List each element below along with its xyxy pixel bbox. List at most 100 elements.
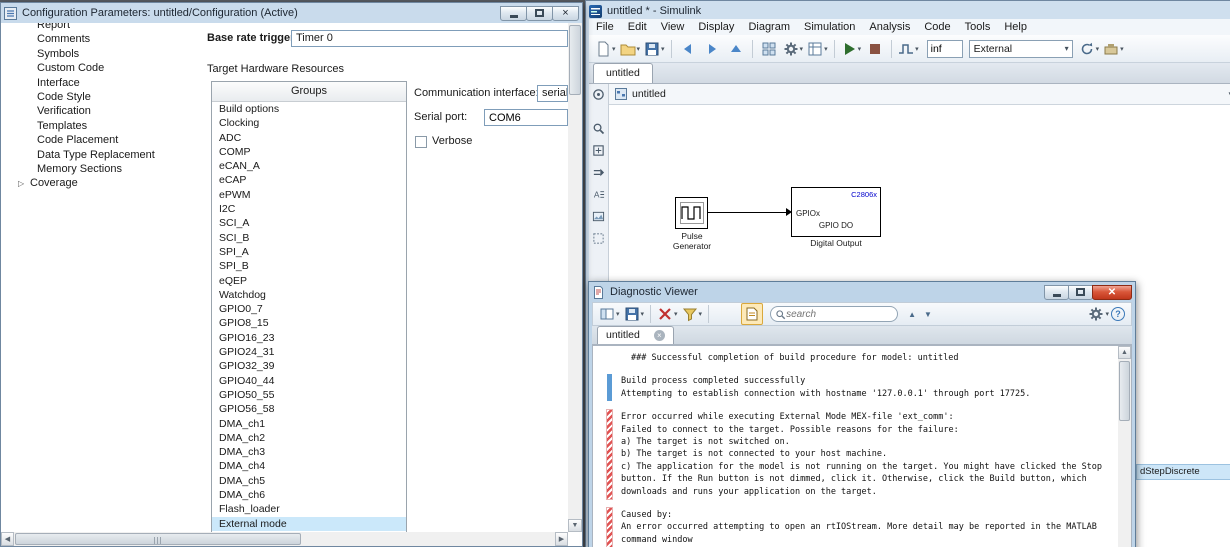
config-tree-item[interactable]: Verification (1, 104, 197, 118)
group-item[interactable]: External mode (212, 516, 406, 531)
diagnostic-messages-area[interactable]: ### Successful completion of build proce… (592, 345, 1132, 547)
library-browser-button[interactable] (758, 38, 780, 60)
config-horizontal-scrollbar[interactable]: ◀ ▶ (1, 532, 568, 546)
menu-tools[interactable]: Tools (958, 19, 998, 35)
model-tab-untitled[interactable]: untitled (593, 63, 653, 83)
help-button[interactable]: ? (1111, 307, 1125, 321)
config-tree-item[interactable]: Custom Code (1, 61, 197, 75)
scrollbar-thumb[interactable] (15, 533, 301, 545)
comm-interface-combo[interactable]: serial (537, 85, 568, 102)
up-to-parent-button[interactable] (725, 38, 747, 60)
save-log-button[interactable] (623, 303, 646, 325)
image-icon[interactable] (590, 208, 607, 225)
group-item[interactable]: COMP (212, 145, 406, 159)
run-button[interactable] (840, 38, 863, 60)
clear-messages-button[interactable] (656, 303, 679, 325)
maximize-button[interactable] (526, 5, 553, 21)
zoom-icon[interactable] (590, 120, 607, 137)
menu-view[interactable]: View (654, 19, 692, 35)
scroll-up-button[interactable]: ▲ (1118, 346, 1131, 359)
group-item[interactable]: DMA_ch5 (212, 474, 406, 488)
config-tree-item[interactable]: Report (1, 23, 197, 32)
direction-icon[interactable] (590, 164, 607, 181)
group-item[interactable]: DMA_ch1 (212, 417, 406, 431)
annotation-icon[interactable]: A (590, 186, 607, 203)
group-item[interactable]: SCI_A (212, 216, 406, 230)
pulse-generator-block[interactable] (675, 197, 708, 229)
group-item[interactable]: eCAP (212, 173, 406, 187)
menu-display[interactable]: Display (691, 19, 741, 35)
group-item[interactable]: DMA_ch3 (212, 445, 406, 459)
minimize-button[interactable] (1044, 284, 1069, 300)
verbose-checkbox[interactable] (415, 136, 427, 148)
menu-edit[interactable]: Edit (621, 19, 654, 35)
refresh-button[interactable] (1078, 38, 1101, 60)
stop-button[interactable] (864, 38, 886, 60)
group-item[interactable]: GPIO8_15 (212, 316, 406, 330)
forward-button[interactable] (701, 38, 723, 60)
diagnostic-viewer-titlebar[interactable]: Diagnostic Viewer ✕ (592, 283, 1132, 301)
layout-button[interactable] (598, 303, 621, 325)
group-item[interactable]: eQEP (212, 274, 406, 288)
group-item[interactable]: DMA_ch2 (212, 431, 406, 445)
group-item[interactable]: SPI_B (212, 259, 406, 273)
back-button[interactable] (677, 38, 699, 60)
solver-status-fragment[interactable]: dStepDiscrete (1136, 464, 1230, 480)
config-vertical-scrollbar[interactable]: ▼ (568, 23, 582, 532)
group-item[interactable]: DMA_ch6 (212, 488, 406, 502)
simulink-titlebar[interactable]: untitled * - Simulink (589, 2, 1230, 20)
find-previous-button[interactable]: ▲ (904, 308, 920, 321)
group-item[interactable]: ePWM (212, 188, 406, 202)
menu-code[interactable]: Code (917, 19, 957, 35)
group-item[interactable]: SCI_B (212, 231, 406, 245)
config-tree-item[interactable]: Code Style (1, 90, 197, 104)
config-tree-item[interactable]: Symbols (1, 47, 197, 61)
config-tree-item[interactable]: Comments (1, 32, 197, 46)
menu-file[interactable]: File (589, 19, 621, 35)
open-model-button[interactable] (619, 38, 642, 60)
tab-close-icon[interactable]: × (653, 330, 665, 341)
group-item[interactable]: eCAN_A (212, 159, 406, 173)
menu-help[interactable]: Help (997, 19, 1034, 35)
config-tree-item[interactable]: Memory Sections (1, 162, 197, 176)
filter-button[interactable] (681, 303, 704, 325)
group-item[interactable]: GPIO16_23 (212, 331, 406, 345)
simulation-mode-select[interactable]: External ▾ (968, 39, 1073, 58)
config-tree-item[interactable]: ▷ Coverage (1, 176, 197, 190)
area-box-icon[interactable] (590, 230, 607, 247)
config-tree-item[interactable]: Templates (1, 119, 197, 133)
search-box[interactable] (770, 306, 899, 322)
maximize-button[interactable] (1068, 284, 1093, 300)
group-item[interactable]: GPIO0_7 (212, 302, 406, 316)
group-item[interactable]: GPIO50_55 (212, 388, 406, 402)
group-item[interactable]: I2C (212, 202, 406, 216)
save-model-button[interactable] (643, 38, 666, 60)
find-next-button[interactable]: ▼ (920, 308, 936, 321)
close-button[interactable]: × (552, 5, 579, 21)
group-item[interactable]: GPIO32_39 (212, 359, 406, 373)
config-tree-item[interactable]: Data Type Replacement (1, 148, 197, 162)
highlight-stage-toggle[interactable] (741, 303, 764, 325)
menu-analysis[interactable]: Analysis (862, 19, 917, 35)
group-item[interactable]: Build options (212, 102, 406, 116)
serial-port-field[interactable] (484, 109, 568, 126)
base-rate-combo[interactable]: Timer 0 (291, 30, 568, 47)
gpio-digital-output-block[interactable]: C2806x GPIOx GPIO DO (791, 187, 881, 237)
scrollbar-thumb[interactable] (1119, 361, 1130, 421)
model-explorer-button[interactable] (806, 38, 829, 60)
breadcrumb-model-name[interactable]: untitled (632, 88, 666, 100)
scroll-down-button[interactable]: ▼ (568, 519, 582, 532)
config-titlebar[interactable]: Configuration Parameters: untitled/Confi… (4, 4, 579, 22)
group-item[interactable]: GPIO56_58 (212, 402, 406, 416)
diagnostic-vertical-scrollbar[interactable]: ▲ (1118, 346, 1131, 547)
expand-arrow-icon[interactable]: ▷ (18, 177, 30, 191)
minimize-button[interactable] (500, 5, 527, 21)
close-button[interactable]: ✕ (1092, 284, 1132, 300)
group-item[interactable]: SPI_A (212, 245, 406, 259)
config-tree-item[interactable]: Interface (1, 76, 197, 90)
model-settings-gear-button[interactable] (782, 38, 805, 60)
hide-browser-icon[interactable] (590, 86, 607, 103)
search-input[interactable] (786, 308, 887, 320)
new-model-button[interactable] (594, 38, 617, 60)
group-item[interactable]: Clocking (212, 116, 406, 130)
